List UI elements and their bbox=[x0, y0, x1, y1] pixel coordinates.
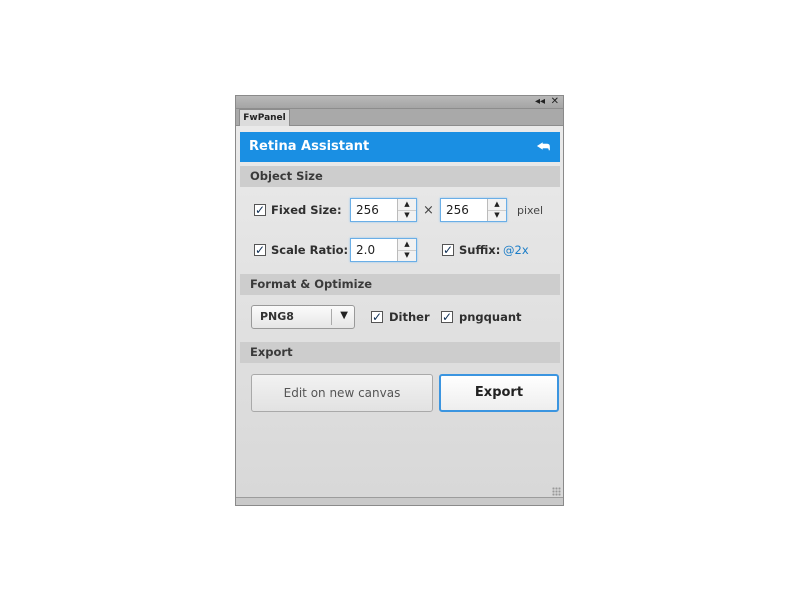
edit-on-new-canvas-button[interactable]: Edit on new canvas bbox=[251, 374, 433, 412]
collapse-icon[interactable]: ◂◂ bbox=[535, 95, 545, 108]
height-down-arrow-icon[interactable]: ▼ bbox=[488, 210, 506, 221]
panel-titlebar: ◂◂ ✕ bbox=[236, 96, 563, 109]
close-icon[interactable]: ✕ bbox=[551, 95, 559, 108]
tab-bar: FwPanel bbox=[236, 109, 563, 127]
pngquant-label: pngquant bbox=[459, 310, 522, 324]
height-value[interactable]: 256 bbox=[446, 203, 469, 217]
header-title: Retina Assistant bbox=[249, 139, 370, 154]
export-button[interactable]: Export bbox=[439, 374, 559, 412]
format-select[interactable]: PNG8 ▼ bbox=[251, 305, 355, 329]
tab-fwpanel[interactable]: FwPanel bbox=[239, 109, 290, 127]
dither-checkbox[interactable]: ✓ bbox=[371, 311, 383, 323]
scale-stepper-arrows: ▲ ▼ bbox=[397, 239, 416, 261]
scale-down-arrow-icon[interactable]: ▼ bbox=[398, 250, 416, 261]
section-export: Export bbox=[240, 342, 560, 363]
height-stepper-arrows: ▲ ▼ bbox=[487, 199, 506, 221]
size-unit-label: pixel bbox=[517, 204, 544, 217]
width-value[interactable]: 256 bbox=[356, 203, 379, 217]
width-down-arrow-icon[interactable]: ▼ bbox=[398, 210, 416, 221]
scale-ratio-checkbox[interactable]: ✓ bbox=[254, 244, 266, 256]
suffix-label: Suffix: bbox=[459, 243, 501, 257]
fixed-size-checkbox[interactable]: ✓ bbox=[254, 204, 266, 216]
fw-panel: ◂◂ ✕ FwPanel Retina Assistant ⮪ Object S… bbox=[235, 95, 564, 506]
fixed-size-label: Fixed Size: bbox=[271, 203, 342, 217]
scale-ratio-stepper[interactable]: 2.0 ▲ ▼ bbox=[350, 238, 417, 262]
scale-ratio-value[interactable]: 2.0 bbox=[356, 243, 375, 257]
panel-header: Retina Assistant ⮪ bbox=[240, 132, 560, 162]
resize-grip-icon[interactable] bbox=[552, 487, 561, 496]
scale-ratio-label: Scale Ratio: bbox=[271, 243, 349, 257]
section-format-optimize: Format & Optimize bbox=[240, 274, 560, 295]
size-separator: × bbox=[423, 203, 434, 218]
width-stepper[interactable]: 256 ▲ ▼ bbox=[350, 198, 417, 222]
chevron-down-icon[interactable]: ▼ bbox=[340, 310, 348, 321]
height-stepper[interactable]: 256 ▲ ▼ bbox=[440, 198, 507, 222]
suffix-value[interactable]: @2x bbox=[503, 243, 529, 257]
panel-bottom-bar bbox=[236, 497, 563, 505]
select-divider bbox=[331, 309, 332, 325]
pngquant-checkbox[interactable]: ✓ bbox=[441, 311, 453, 323]
format-selected-value: PNG8 bbox=[260, 310, 294, 323]
dither-label: Dither bbox=[389, 310, 430, 324]
section-object-size: Object Size bbox=[240, 166, 560, 187]
suffix-checkbox[interactable]: ✓ bbox=[442, 244, 454, 256]
back-arrow-icon[interactable]: ⮪ bbox=[537, 132, 550, 162]
panel-content: Retina Assistant ⮪ Object Size ✓ Fixed S… bbox=[236, 126, 563, 497]
width-stepper-arrows: ▲ ▼ bbox=[397, 199, 416, 221]
